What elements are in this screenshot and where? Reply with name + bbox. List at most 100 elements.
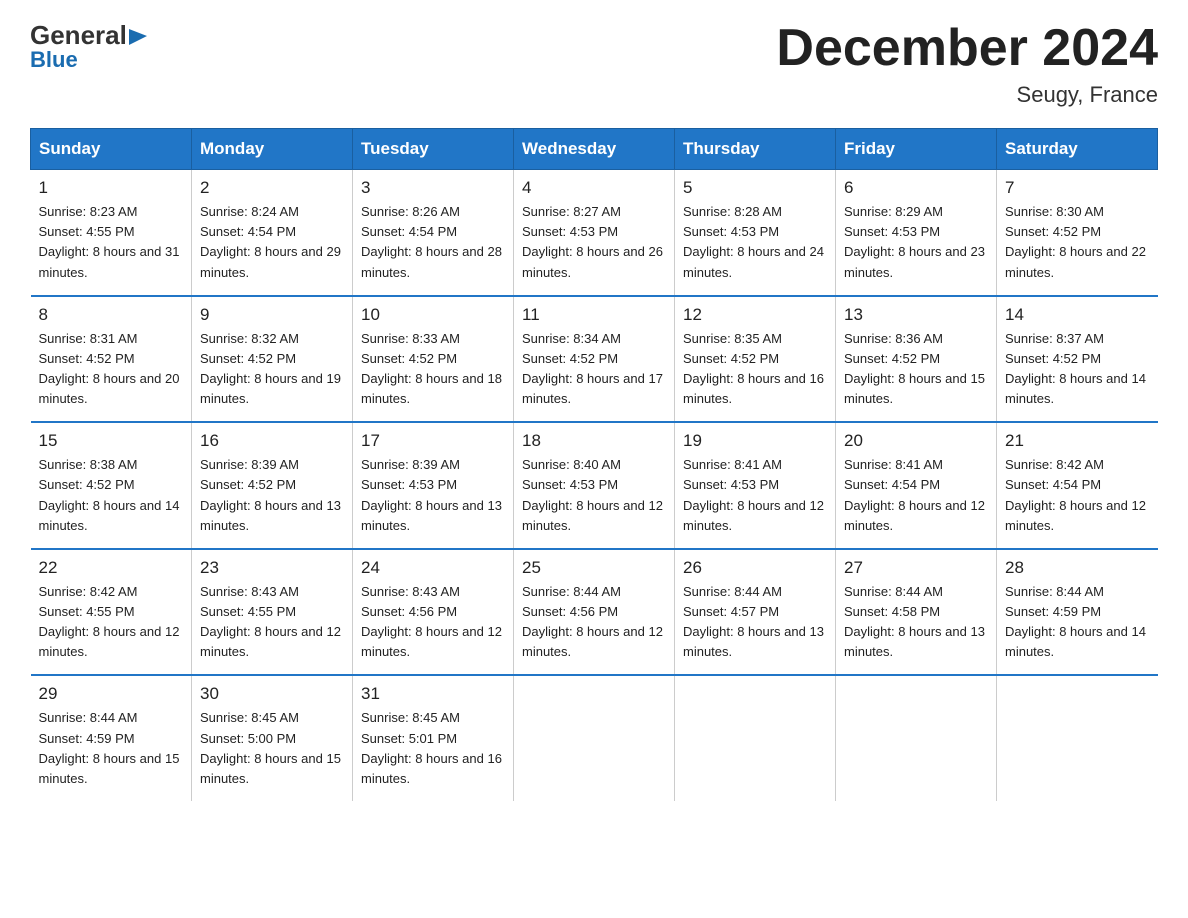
day-number: 3 bbox=[361, 178, 505, 198]
day-info: Sunrise: 8:28 AMSunset: 4:53 PMDaylight:… bbox=[683, 204, 824, 279]
day-info: Sunrise: 8:44 AMSunset: 4:59 PMDaylight:… bbox=[1005, 584, 1146, 659]
day-info: Sunrise: 8:33 AMSunset: 4:52 PMDaylight:… bbox=[361, 331, 502, 406]
calendar-cell: 26 Sunrise: 8:44 AMSunset: 4:57 PMDaylig… bbox=[675, 549, 836, 676]
day-info: Sunrise: 8:41 AMSunset: 4:53 PMDaylight:… bbox=[683, 457, 824, 532]
day-number: 19 bbox=[683, 431, 827, 451]
calendar-cell: 7 Sunrise: 8:30 AMSunset: 4:52 PMDayligh… bbox=[997, 170, 1158, 296]
day-info: Sunrise: 8:45 AMSunset: 5:00 PMDaylight:… bbox=[200, 710, 341, 785]
day-number: 26 bbox=[683, 558, 827, 578]
calendar-cell: 9 Sunrise: 8:32 AMSunset: 4:52 PMDayligh… bbox=[192, 296, 353, 423]
day-info: Sunrise: 8:35 AMSunset: 4:52 PMDaylight:… bbox=[683, 331, 824, 406]
calendar-cell bbox=[514, 675, 675, 801]
day-info: Sunrise: 8:43 AMSunset: 4:56 PMDaylight:… bbox=[361, 584, 502, 659]
calendar-cell bbox=[997, 675, 1158, 801]
day-number: 12 bbox=[683, 305, 827, 325]
column-header-thursday: Thursday bbox=[675, 129, 836, 170]
day-number: 21 bbox=[1005, 431, 1150, 451]
calendar-week-row: 15 Sunrise: 8:38 AMSunset: 4:52 PMDaylig… bbox=[31, 422, 1158, 549]
day-number: 22 bbox=[39, 558, 184, 578]
day-info: Sunrise: 8:39 AMSunset: 4:52 PMDaylight:… bbox=[200, 457, 341, 532]
calendar-week-row: 8 Sunrise: 8:31 AMSunset: 4:52 PMDayligh… bbox=[31, 296, 1158, 423]
day-info: Sunrise: 8:39 AMSunset: 4:53 PMDaylight:… bbox=[361, 457, 502, 532]
day-number: 15 bbox=[39, 431, 184, 451]
calendar-table: SundayMondayTuesdayWednesdayThursdayFrid… bbox=[30, 128, 1158, 801]
day-number: 28 bbox=[1005, 558, 1150, 578]
day-info: Sunrise: 8:32 AMSunset: 4:52 PMDaylight:… bbox=[200, 331, 341, 406]
day-info: Sunrise: 8:30 AMSunset: 4:52 PMDaylight:… bbox=[1005, 204, 1146, 279]
calendar-week-row: 22 Sunrise: 8:42 AMSunset: 4:55 PMDaylig… bbox=[31, 549, 1158, 676]
day-info: Sunrise: 8:36 AMSunset: 4:52 PMDaylight:… bbox=[844, 331, 985, 406]
calendar-cell: 31 Sunrise: 8:45 AMSunset: 5:01 PMDaylig… bbox=[353, 675, 514, 801]
logo-blue-part bbox=[127, 25, 149, 47]
calendar-cell: 13 Sunrise: 8:36 AMSunset: 4:52 PMDaylig… bbox=[836, 296, 997, 423]
calendar-cell: 23 Sunrise: 8:43 AMSunset: 4:55 PMDaylig… bbox=[192, 549, 353, 676]
column-header-saturday: Saturday bbox=[997, 129, 1158, 170]
day-number: 13 bbox=[844, 305, 988, 325]
calendar-cell: 3 Sunrise: 8:26 AMSunset: 4:54 PMDayligh… bbox=[353, 170, 514, 296]
day-info: Sunrise: 8:41 AMSunset: 4:54 PMDaylight:… bbox=[844, 457, 985, 532]
day-info: Sunrise: 8:38 AMSunset: 4:52 PMDaylight:… bbox=[39, 457, 180, 532]
day-info: Sunrise: 8:31 AMSunset: 4:52 PMDaylight:… bbox=[39, 331, 180, 406]
calendar-cell: 12 Sunrise: 8:35 AMSunset: 4:52 PMDaylig… bbox=[675, 296, 836, 423]
calendar-week-row: 1 Sunrise: 8:23 AMSunset: 4:55 PMDayligh… bbox=[31, 170, 1158, 296]
logo-triangle-icon bbox=[127, 25, 149, 47]
logo-blue-text: Blue bbox=[30, 47, 78, 73]
day-number: 2 bbox=[200, 178, 344, 198]
day-number: 30 bbox=[200, 684, 344, 704]
calendar-cell: 15 Sunrise: 8:38 AMSunset: 4:52 PMDaylig… bbox=[31, 422, 192, 549]
day-number: 20 bbox=[844, 431, 988, 451]
calendar-cell: 20 Sunrise: 8:41 AMSunset: 4:54 PMDaylig… bbox=[836, 422, 997, 549]
day-info: Sunrise: 8:44 AMSunset: 4:56 PMDaylight:… bbox=[522, 584, 663, 659]
location: Seugy, France bbox=[776, 82, 1158, 108]
day-number: 11 bbox=[522, 305, 666, 325]
day-number: 1 bbox=[39, 178, 184, 198]
calendar-cell: 4 Sunrise: 8:27 AMSunset: 4:53 PMDayligh… bbox=[514, 170, 675, 296]
calendar-cell: 24 Sunrise: 8:43 AMSunset: 4:56 PMDaylig… bbox=[353, 549, 514, 676]
day-info: Sunrise: 8:27 AMSunset: 4:53 PMDaylight:… bbox=[522, 204, 663, 279]
day-info: Sunrise: 8:42 AMSunset: 4:54 PMDaylight:… bbox=[1005, 457, 1146, 532]
day-info: Sunrise: 8:24 AMSunset: 4:54 PMDaylight:… bbox=[200, 204, 341, 279]
calendar-cell: 17 Sunrise: 8:39 AMSunset: 4:53 PMDaylig… bbox=[353, 422, 514, 549]
day-number: 6 bbox=[844, 178, 988, 198]
calendar-cell: 19 Sunrise: 8:41 AMSunset: 4:53 PMDaylig… bbox=[675, 422, 836, 549]
logo: General Blue bbox=[30, 20, 149, 73]
calendar-cell bbox=[675, 675, 836, 801]
day-number: 27 bbox=[844, 558, 988, 578]
calendar-cell: 1 Sunrise: 8:23 AMSunset: 4:55 PMDayligh… bbox=[31, 170, 192, 296]
column-header-tuesday: Tuesday bbox=[353, 129, 514, 170]
day-info: Sunrise: 8:44 AMSunset: 4:59 PMDaylight:… bbox=[39, 710, 180, 785]
day-number: 10 bbox=[361, 305, 505, 325]
day-info: Sunrise: 8:40 AMSunset: 4:53 PMDaylight:… bbox=[522, 457, 663, 532]
calendar-cell: 29 Sunrise: 8:44 AMSunset: 4:59 PMDaylig… bbox=[31, 675, 192, 801]
day-info: Sunrise: 8:34 AMSunset: 4:52 PMDaylight:… bbox=[522, 331, 663, 406]
day-info: Sunrise: 8:23 AMSunset: 4:55 PMDaylight:… bbox=[39, 204, 180, 279]
calendar-cell: 18 Sunrise: 8:40 AMSunset: 4:53 PMDaylig… bbox=[514, 422, 675, 549]
calendar-cell: 30 Sunrise: 8:45 AMSunset: 5:00 PMDaylig… bbox=[192, 675, 353, 801]
day-number: 25 bbox=[522, 558, 666, 578]
calendar-cell: 21 Sunrise: 8:42 AMSunset: 4:54 PMDaylig… bbox=[997, 422, 1158, 549]
day-number: 17 bbox=[361, 431, 505, 451]
calendar-cell: 25 Sunrise: 8:44 AMSunset: 4:56 PMDaylig… bbox=[514, 549, 675, 676]
day-number: 9 bbox=[200, 305, 344, 325]
calendar-cell bbox=[836, 675, 997, 801]
column-header-wednesday: Wednesday bbox=[514, 129, 675, 170]
day-number: 7 bbox=[1005, 178, 1150, 198]
calendar-cell: 28 Sunrise: 8:44 AMSunset: 4:59 PMDaylig… bbox=[997, 549, 1158, 676]
day-info: Sunrise: 8:44 AMSunset: 4:58 PMDaylight:… bbox=[844, 584, 985, 659]
day-number: 5 bbox=[683, 178, 827, 198]
day-info: Sunrise: 8:44 AMSunset: 4:57 PMDaylight:… bbox=[683, 584, 824, 659]
day-number: 31 bbox=[361, 684, 505, 704]
day-number: 23 bbox=[200, 558, 344, 578]
calendar-week-row: 29 Sunrise: 8:44 AMSunset: 4:59 PMDaylig… bbox=[31, 675, 1158, 801]
month-title: December 2024 bbox=[776, 20, 1158, 77]
calendar-cell: 6 Sunrise: 8:29 AMSunset: 4:53 PMDayligh… bbox=[836, 170, 997, 296]
calendar-cell: 11 Sunrise: 8:34 AMSunset: 4:52 PMDaylig… bbox=[514, 296, 675, 423]
day-number: 18 bbox=[522, 431, 666, 451]
day-info: Sunrise: 8:43 AMSunset: 4:55 PMDaylight:… bbox=[200, 584, 341, 659]
day-info: Sunrise: 8:42 AMSunset: 4:55 PMDaylight:… bbox=[39, 584, 180, 659]
calendar-cell: 14 Sunrise: 8:37 AMSunset: 4:52 PMDaylig… bbox=[997, 296, 1158, 423]
day-number: 16 bbox=[200, 431, 344, 451]
day-number: 24 bbox=[361, 558, 505, 578]
calendar-cell: 22 Sunrise: 8:42 AMSunset: 4:55 PMDaylig… bbox=[31, 549, 192, 676]
column-header-monday: Monday bbox=[192, 129, 353, 170]
